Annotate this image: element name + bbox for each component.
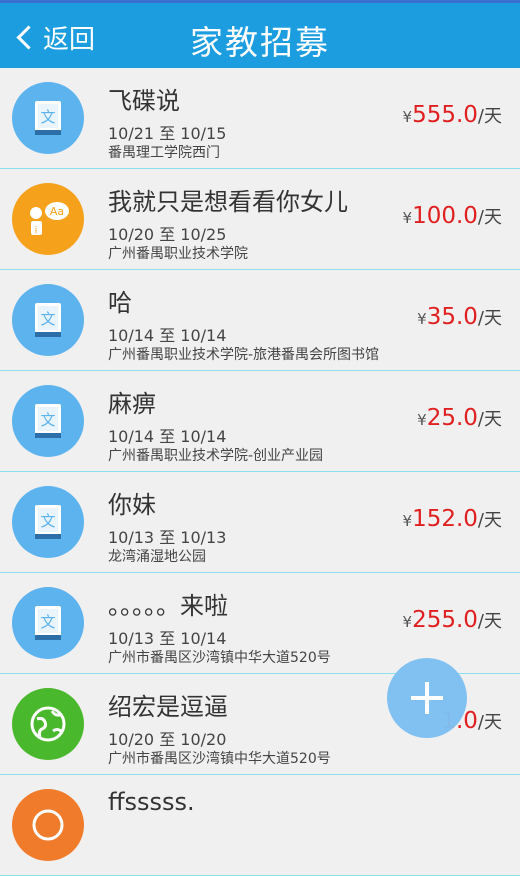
listing-price: ¥25.0/天 (417, 405, 502, 431)
price-amount: 100.0 (412, 203, 478, 229)
listing-title: 绍宏是逗逼 (108, 693, 228, 721)
price-amount: 25.0 (426, 405, 478, 431)
currency-symbol: ¥ (417, 310, 427, 328)
book-icon: 文 (12, 587, 84, 659)
svg-text:文: 文 (40, 310, 55, 328)
svg-text:文: 文 (40, 411, 55, 429)
plus-icon (411, 682, 443, 714)
listing-list: 文 飞碟说 10/21 至 10/15 番禺理工学院西门 ¥555.0/天 i A… (0, 68, 520, 876)
add-listing-button[interactable] (387, 658, 467, 738)
listing-title: 你妹 (108, 491, 156, 519)
book-icon: 文 (12, 385, 84, 457)
svg-text:i: i (35, 226, 38, 236)
book-icon: 文 (12, 284, 84, 356)
svg-text:文: 文 (40, 108, 55, 126)
price-unit: /天 (477, 712, 502, 733)
listing-dates: 10/13 至 10/13 (108, 528, 227, 547)
listing-location: 广州市番禺区沙湾镇中华大道520号 (108, 751, 331, 767)
listing-location: 广州番禺职业技术学院-创业产业园 (108, 448, 324, 464)
top-bar: 返回 家教招募 (0, 0, 520, 68)
price-unit: /天 (477, 106, 502, 127)
price-amount: 35.0 (426, 304, 478, 330)
listing-location: 广州番禺职业技术学院-旅港番禺会所图书馆 (108, 347, 380, 363)
list-item[interactable]: i Aa 我就只是想看看你女儿 10/20 至 10/25 广州番禺职业技术学院 … (0, 169, 520, 270)
list-item[interactable]: 文 你妹 10/13 至 10/13 龙湾涌湿地公园 ¥152.0/天 (0, 472, 520, 573)
list-item[interactable]: 文 。。。。。来啦 10/13 至 10/14 广州市番禺区沙湾镇中华大道520… (0, 573, 520, 674)
listing-price: ¥152.0/天 (403, 506, 502, 532)
listing-price: ¥35.0/天 (417, 304, 502, 330)
orange-icon (12, 789, 84, 861)
listing-title: 。。。。。来啦 (108, 592, 228, 620)
price-amount: 255.0 (412, 607, 478, 633)
listing-title: 哈 (108, 289, 132, 317)
currency-symbol: ¥ (402, 512, 413, 530)
price-unit: /天 (477, 207, 502, 228)
listing-price: ¥100.0/天 (403, 203, 502, 229)
currency-symbol: ¥ (402, 613, 413, 631)
listing-location: 龙湾涌湿地公园 (108, 549, 206, 565)
price-amount: 555.0 (412, 102, 478, 128)
listing-location: 番禺理工学院西门 (108, 145, 220, 161)
currency-symbol: ¥ (417, 411, 427, 429)
listing-location: 广州番禺职业技术学院 (108, 246, 248, 262)
currency-symbol: ¥ (402, 209, 413, 227)
svg-text:文: 文 (40, 613, 55, 631)
listing-dates: 10/20 至 10/20 (108, 730, 227, 749)
book-icon: 文 (12, 486, 84, 558)
listing-title: ffsssss. (108, 788, 195, 816)
globe-icon (12, 688, 84, 760)
currency-symbol: ¥ (402, 108, 413, 126)
listing-dates: 10/13 至 10/14 (108, 629, 227, 648)
listing-dates: 10/14 至 10/14 (108, 326, 227, 345)
price-unit: /天 (477, 409, 502, 430)
listing-title: 我就只是想看看你女儿 (108, 188, 348, 216)
page-title: 家教招募 (190, 23, 330, 62)
listing-dates: 10/14 至 10/14 (108, 427, 227, 446)
language-icon: i Aa (12, 183, 84, 255)
listing-price: ¥555.0/天 (403, 102, 502, 128)
price-amount: 152.0 (412, 506, 478, 532)
list-item[interactable]: 文 飞碟说 10/21 至 10/15 番禺理工学院西门 ¥555.0/天 (0, 68, 520, 169)
price-unit: /天 (477, 308, 502, 329)
listing-dates: 10/20 至 10/25 (108, 225, 227, 244)
book-icon: 文 (12, 82, 84, 154)
listing-price: ¥255.0/天 (403, 607, 502, 633)
listing-title: 麻痹 (108, 390, 156, 418)
price-unit: /天 (477, 510, 502, 531)
svg-text:文: 文 (40, 512, 55, 530)
listing-title: 飞碟说 (108, 87, 180, 115)
svg-text:Aa: Aa (50, 205, 64, 218)
price-unit: /天 (477, 611, 502, 632)
list-item[interactable]: 文 哈 10/14 至 10/14 广州番禺职业技术学院-旅港番禺会所图书馆 ¥… (0, 270, 520, 371)
listing-dates: 10/21 至 10/15 (108, 124, 227, 143)
list-item[interactable]: ffsssss. (0, 775, 520, 876)
listing-location: 广州市番禺区沙湾镇中华大道520号 (108, 650, 331, 666)
list-item[interactable]: 文 麻痹 10/14 至 10/14 广州番禺职业技术学院-创业产业园 ¥25.… (0, 371, 520, 472)
